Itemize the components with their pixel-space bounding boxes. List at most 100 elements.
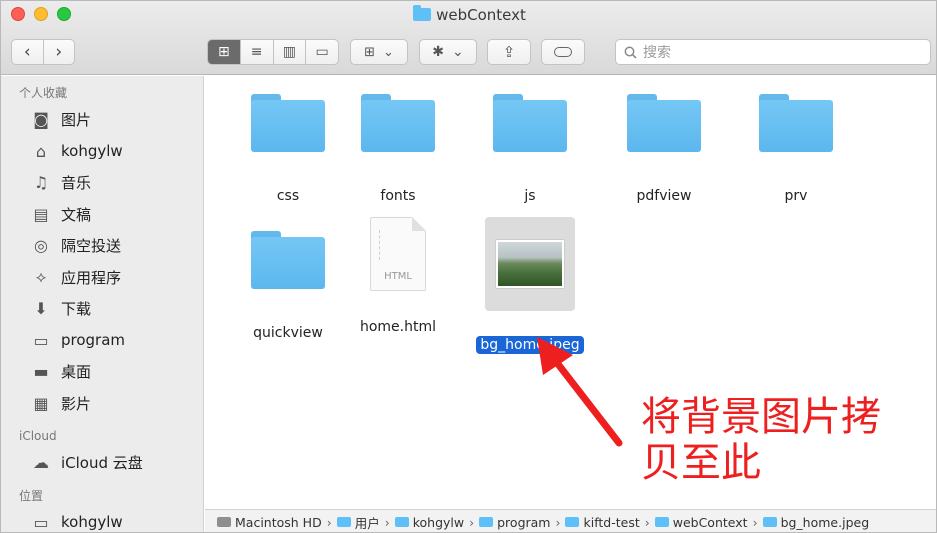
path-crumb[interactable]: webContext xyxy=(654,515,748,530)
sidebar-item[interactable]: ⟡ 应用程序 xyxy=(1,262,203,294)
folder-icon xyxy=(413,5,432,21)
gallery-view-button[interactable]: ▭ xyxy=(306,40,338,64)
path-crumb-label: program xyxy=(497,514,551,530)
sidebar-item[interactable]: ▦ 影片 xyxy=(1,388,203,420)
folder-icon xyxy=(361,94,435,152)
sidebar-item-icon: ▭ xyxy=(33,330,49,350)
sidebar-item[interactable]: ♫ 音乐 xyxy=(1,167,203,199)
folder-icon xyxy=(627,94,701,152)
path-crumb-label: kiftd-test xyxy=(583,514,640,530)
sidebar-item[interactable]: ▭ program xyxy=(1,325,203,357)
sidebar-item-label: 影片 xyxy=(61,394,92,413)
sidebar-item-icon: ⟡ xyxy=(35,267,47,287)
path-crumb[interactable]: Macintosh HD xyxy=(217,515,322,530)
file-item[interactable]: prv xyxy=(736,94,856,205)
image-thumbnail xyxy=(485,217,575,311)
sidebar-item-icon: ♫ xyxy=(33,173,49,193)
sidebar-item-label: kohgylw xyxy=(61,513,123,532)
path-crumb-label: 用户 xyxy=(354,515,380,531)
file-item[interactable]: js xyxy=(470,94,590,205)
file-name-label: pdfview xyxy=(636,188,692,204)
file-item[interactable]: css xyxy=(228,94,348,205)
file-type-badge: HTML xyxy=(384,271,412,282)
folder-icon xyxy=(759,94,833,152)
sidebar-item-label: kohgylw xyxy=(61,142,123,161)
sidebar-item[interactable]: ▤ 文稿 xyxy=(1,199,203,231)
sidebar-item-label: 下载 xyxy=(61,300,92,319)
sidebar-section-favorites: 个人收藏 xyxy=(19,86,68,100)
column-view-button[interactable]: ▥ xyxy=(274,40,307,64)
folder-icon xyxy=(762,517,777,527)
view-mode-selector: ⊞ ≡ ▥ ▭ xyxy=(207,39,339,65)
folder-icon xyxy=(394,517,409,527)
chevron-down-icon: ⌄ xyxy=(452,44,464,60)
share-button[interactable]: ⇪ xyxy=(487,39,531,65)
annotation-arrow-icon xyxy=(537,337,623,447)
sidebar-item-label: 文稿 xyxy=(61,205,92,224)
file-item[interactable]: HTML home.html xyxy=(338,217,458,336)
sidebar-item[interactable]: ⌂ kohgylw xyxy=(1,136,203,168)
sidebar-item-label: 图片 xyxy=(61,111,92,130)
forward-button[interactable]: › xyxy=(44,40,75,64)
file-name-label: js xyxy=(524,188,536,204)
sidebar-section-locations: 位置 xyxy=(19,488,44,503)
folder-icon xyxy=(479,517,494,527)
chevron-down-icon: ⌄ xyxy=(383,44,394,60)
sidebar-item-icon: ▬ xyxy=(33,362,49,382)
sidebar-item-label: 音乐 xyxy=(61,174,92,193)
path-crumb[interactable]: bg_home.jpeg xyxy=(762,514,870,530)
path-crumb[interactable]: program xyxy=(479,515,550,530)
back-button[interactable]: ‹ xyxy=(12,40,44,64)
sidebar-item-icon: ⬇ xyxy=(34,299,48,319)
file-name-label: prv xyxy=(784,188,808,204)
folder-icon xyxy=(565,517,580,527)
chevron-right-icon: › xyxy=(384,514,390,530)
chevron-right-icon: › xyxy=(644,514,650,530)
sidebar-item[interactable]: ☁ iCloud 云盘 xyxy=(1,447,203,479)
file-item[interactable]: fonts xyxy=(338,94,458,205)
search-icon xyxy=(624,46,637,59)
path-crumb[interactable]: kiftd-test xyxy=(565,514,640,530)
chevron-right-icon: › xyxy=(752,514,758,530)
sidebar-item-icon: ◙ xyxy=(33,110,49,130)
window-title-text: webContext xyxy=(436,6,526,24)
html-file-icon: HTML xyxy=(370,217,426,291)
sidebar: 个人收藏 ◙ 图片 ⌂ kohgylw ♫ 音乐 ▤ 文稿 ◎ 隔空投送 ⟡ 应用程序 ⬇ 下载 ▭ prog… xyxy=(1,76,204,533)
share-icon: ⇪ xyxy=(502,43,516,61)
search-field[interactable]: 搜索 xyxy=(615,39,931,65)
file-item[interactable]: quickview xyxy=(228,231,348,342)
path-crumb[interactable]: kohgylw xyxy=(394,515,464,530)
sidebar-item-label: 应用程序 xyxy=(61,268,122,287)
sidebar-item[interactable]: ◙ 图片 xyxy=(1,104,203,136)
annotation-text: 将背景图片拷 贝至此 xyxy=(641,394,921,486)
toolbar: webContext ‹ › ⊞ ≡ ▥ ▭ ⊞ ⌄ ✱ ⌄ ⇪ 搜索 xyxy=(1,1,936,75)
file-name-label: quickview xyxy=(253,325,323,341)
window-title: webContext xyxy=(1,5,936,24)
folder-icon xyxy=(654,517,669,527)
sidebar-item-label: 桌面 xyxy=(61,363,92,382)
sidebar-item-icon: ▦ xyxy=(33,393,49,413)
sidebar-item[interactable]: ⬇ 下载 xyxy=(1,293,203,325)
path-crumb[interactable]: 用户 xyxy=(336,513,380,532)
sidebar-item[interactable]: ▭ kohgylw xyxy=(1,507,203,533)
annotation-line-1: 将背景图片拷 xyxy=(641,394,881,440)
sidebar-item-label: program xyxy=(61,331,126,350)
icon-view-button[interactable]: ⊞ xyxy=(208,40,241,64)
sidebar-item[interactable]: ◎ 隔空投送 xyxy=(1,230,203,262)
landscape-photo-icon xyxy=(496,240,564,288)
path-crumb-label: bg_home.jpeg xyxy=(780,514,870,530)
sidebar-item-icon: ◎ xyxy=(34,236,48,256)
sidebar-item-label: 隔空投送 xyxy=(61,237,122,256)
navigation-buttons: ‹ › xyxy=(11,39,75,65)
sidebar-item[interactable]: ▬ 桌面 xyxy=(1,356,203,388)
sidebar-item-icon: ▭ xyxy=(33,512,49,532)
list-view-button[interactable]: ≡ xyxy=(241,40,274,64)
chevron-right-icon: › xyxy=(555,514,561,530)
group-by-button[interactable]: ⊞ ⌄ xyxy=(350,39,408,65)
tags-button[interactable] xyxy=(541,39,585,65)
file-item[interactable]: pdfview xyxy=(604,94,724,205)
chevron-right-icon: › xyxy=(326,514,332,530)
action-menu-button[interactable]: ✱ ⌄ xyxy=(419,39,477,65)
disk-icon xyxy=(217,517,231,527)
sidebar-item-icon: ▤ xyxy=(33,204,49,224)
